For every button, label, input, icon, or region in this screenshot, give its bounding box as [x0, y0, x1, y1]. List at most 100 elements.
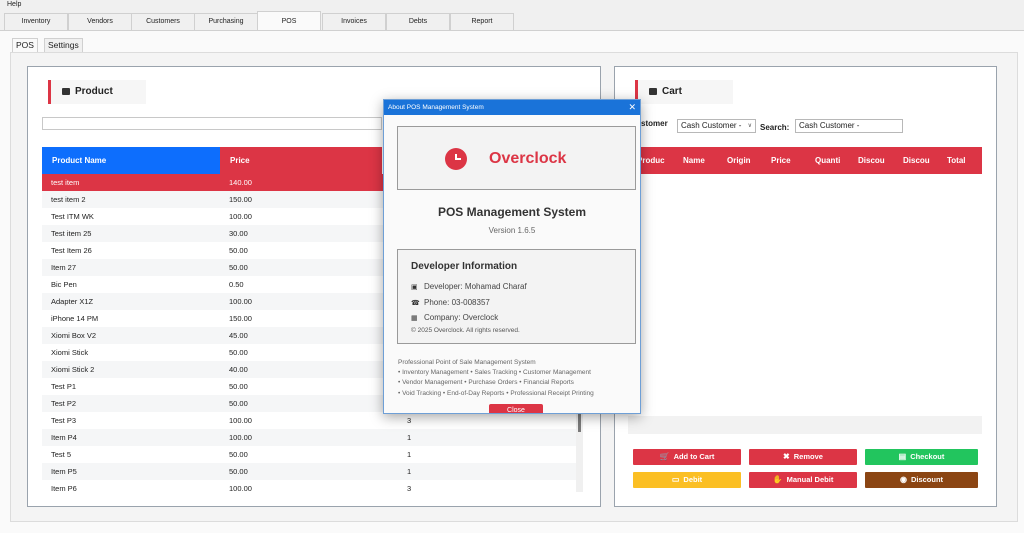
customer-select[interactable]: Cash Customer - ∨ [677, 119, 756, 133]
features-list: Professional Point of Sale Management Sy… [398, 358, 634, 399]
customer-search-input[interactable]: Cash Customer - [795, 119, 903, 133]
cart-footer-row [628, 416, 982, 434]
manual-debit-button[interactable]: ✋ Manual Debit [749, 472, 857, 488]
product-price-cell: 50.00 [229, 348, 248, 357]
product-name-cell: Item P4 [51, 433, 77, 442]
developer-name: Developer: Mohamad Charaf [424, 282, 527, 291]
column-price[interactable]: Price [220, 147, 382, 174]
product-price-cell: 50.00 [229, 382, 248, 391]
tab-invoices[interactable]: Invoices [322, 13, 386, 30]
tab-pos[interactable]: POS [257, 11, 321, 31]
product-name-cell: test item [51, 178, 80, 187]
company-line: ▦ Company: Overclock [411, 313, 498, 322]
developer-line: ▣ Developer: Mohamad Charaf [411, 282, 527, 291]
product-price-cell: 40.00 [229, 365, 248, 374]
product-price-cell: 100.00 [229, 212, 252, 221]
tab-purchasing[interactable]: Purchasing [194, 13, 258, 30]
close-button[interactable]: Close [489, 404, 543, 413]
feature-line: • Void Tracking • End-of-Day Reports • P… [398, 389, 594, 397]
product-name-cell: Bic Pen [51, 280, 77, 289]
product-name-cell: test item 2 [51, 195, 86, 204]
product-name-cell: Xiomi Stick 2 [51, 365, 95, 374]
cart-column-discount[interactable]: Discou [858, 147, 885, 174]
close-icon[interactable]: ✕ [628, 100, 636, 115]
chevron-down-icon: ∨ [747, 123, 752, 129]
tab-customers[interactable]: Customers [131, 13, 195, 30]
product-name-cell: Test P2 [51, 399, 77, 408]
product-panel-title: Product [48, 80, 146, 104]
product-price-cell: 50.00 [229, 246, 248, 255]
table-row[interactable]: Test P3 100.00 3 [42, 412, 582, 429]
product-price-cell: 150.00 [229, 195, 252, 204]
product-price-cell: 30.00 [229, 229, 248, 238]
subtab-pos[interactable]: POS [12, 38, 38, 52]
discount-button[interactable]: ◉ Discount [865, 472, 978, 488]
product-name-cell: Item 27 [51, 263, 77, 272]
product-price-cell: 45.00 [229, 331, 248, 340]
product-name-cell: Test P3 [51, 416, 77, 425]
logo-box: Overclock [397, 126, 636, 190]
customer-search-value: Cash Customer - [799, 121, 860, 130]
product-price-cell: 100.00 [229, 297, 252, 306]
table-row[interactable]: Test 5 50.00 1 [42, 446, 582, 463]
phone-number: Phone: 03-008357 [424, 298, 490, 307]
feature-line: • Vendor Management • Purchase Orders • … [398, 379, 574, 387]
product-stock-cell: 3 [407, 416, 412, 425]
product-price-cell: 140.00 [229, 178, 252, 187]
cart-column-total[interactable]: Total [947, 147, 966, 174]
customer-select-value: Cash Customer - [681, 121, 742, 130]
cash-icon: ▤ [898, 452, 907, 461]
product-name-cell: Xiomi Stick [51, 348, 89, 357]
product-grid-header: Product Name Price [42, 147, 382, 174]
product-name-cell: Test Item 26 [51, 246, 92, 255]
manual-debit-label: Manual Debit [786, 475, 834, 484]
checkout-label: Checkout [910, 452, 945, 461]
product-name-cell: Test P1 [51, 382, 77, 391]
tab-debts[interactable]: Debts [386, 13, 450, 30]
tab-inventory[interactable]: Inventory [4, 13, 68, 30]
cart-plus-icon: 🛒 [659, 452, 670, 461]
cart-column-price[interactable]: Price [771, 147, 791, 174]
cart-column-quantity[interactable]: Quanti [815, 147, 840, 174]
product-name-cell: Adapter X1Z [51, 297, 94, 306]
product-price-cell: 50.00 [229, 467, 248, 476]
cart-column-original[interactable]: Origin [727, 147, 751, 174]
debit-button[interactable]: ▭ Debit [633, 472, 741, 488]
product-name-cell: iPhone 14 PM [51, 314, 99, 323]
cart-column-product[interactable]: Produc [637, 147, 665, 174]
product-stock-cell: 3 [407, 484, 412, 492]
product-stock-cell: 1 [407, 467, 412, 476]
search-label: Search: [760, 123, 790, 132]
product-name-cell: Test ITM WK [51, 212, 94, 221]
subtab-settings[interactable]: Settings [44, 38, 83, 52]
product-price-cell: 50.00 [229, 263, 248, 272]
cart-panel-title: Cart [635, 80, 733, 104]
cart-column-name[interactable]: Name [683, 147, 705, 174]
checkout-button[interactable]: ▤ Checkout [865, 449, 978, 465]
column-product-name[interactable]: Product Name [42, 147, 220, 174]
clock-icon [445, 148, 467, 170]
product-price-cell: 0.50 [229, 280, 244, 289]
product-stock-cell: 1 [407, 433, 412, 442]
product-price-cell: 100.00 [229, 484, 252, 492]
tab-vendors[interactable]: Vendors [68, 13, 132, 30]
product-search-input[interactable] [42, 117, 382, 130]
remove-label: Remove [793, 452, 823, 461]
product-price-cell: 100.00 [229, 416, 252, 425]
table-row[interactable]: Item P6 100.00 3 [42, 480, 582, 492]
add-to-cart-button[interactable]: 🛒 Add to Cart [633, 449, 741, 465]
product-name-cell: Test 5 [51, 450, 72, 459]
company-name: Company: Overclock [424, 313, 499, 322]
version-text: Version 1.6.5 [488, 226, 536, 235]
remove-button[interactable]: ✖ Remove [749, 449, 857, 465]
menu-help[interactable]: Help [7, 1, 21, 8]
table-row[interactable]: Item P4 100.00 1 [42, 429, 582, 446]
tab-report[interactable]: Report [450, 13, 514, 30]
cart-icon [649, 87, 657, 95]
cart-column-discount-2[interactable]: Discou [903, 147, 930, 174]
table-row[interactable]: Item P5 50.00 1 [42, 463, 582, 480]
phone-line: ☎ Phone: 03-008357 [411, 298, 490, 307]
building-icon: ▦ [411, 315, 418, 322]
product-name-cell: Item P5 [51, 467, 77, 476]
close-icon: ✖ [783, 452, 790, 461]
